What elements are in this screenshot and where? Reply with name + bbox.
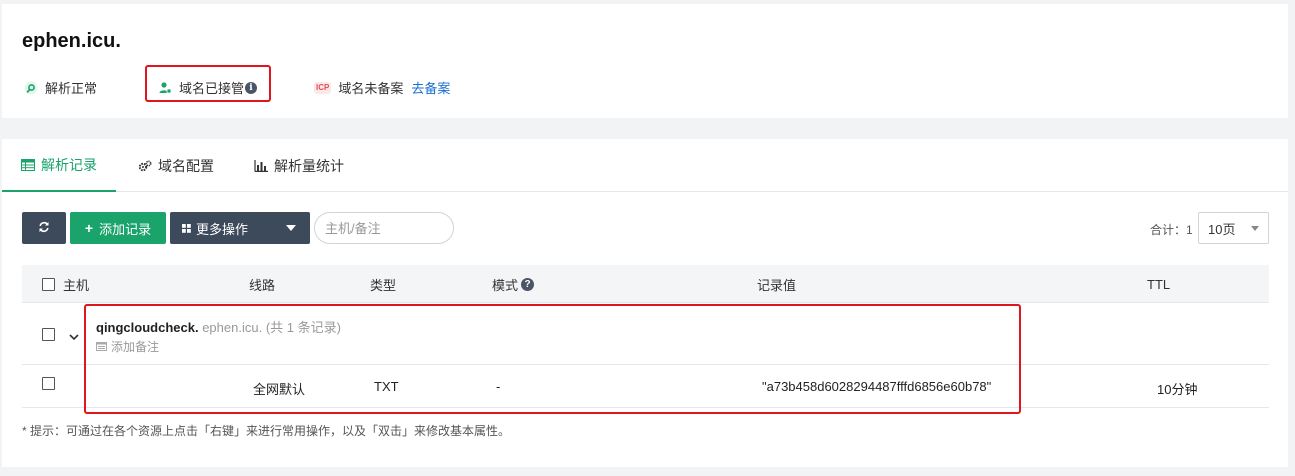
total-count: 合计：1 [1150,223,1193,237]
page-size-value: 10页 [1208,221,1236,237]
more-actions-label: 更多操作 [196,221,249,237]
col-line: 线路 [249,277,276,293]
status-dns-normal: 解析正常 [24,78,97,97]
dns-search-icon [24,81,38,95]
tab-domain-config-label: 域名配置 [158,157,214,174]
col-host: 主机 [63,277,90,293]
status-dns-normal-label: 解析正常 [45,81,98,96]
col-mode: 模式 [492,277,519,293]
row-checkbox[interactable] [42,377,55,390]
chevron-down-icon [286,225,296,231]
page-size-select[interactable]: 10页 [1198,212,1269,244]
table-header: 主机 线路 类型 模式 ? 记录值 TTL [22,265,1269,303]
col-value: 记录值 [757,277,797,293]
select-all-checkbox[interactable] [42,277,55,291]
add-record-button[interactable]: + 添加记录 [70,212,166,244]
tab-query-stats-label: 解析量统计 [274,157,344,174]
refresh-button[interactable] [22,212,66,244]
domain-title: ephen.icu. [22,30,121,52]
more-actions-dropdown[interactable]: 更多操作 [170,212,310,244]
select-all-checkbox-wrap: 主机 [42,265,89,303]
tab-query-stats[interactable]: 解析量统计 [254,139,344,192]
plus-icon: + [84,220,94,236]
icp-icon: ICP [314,81,332,94]
bar-chart-icon [254,159,268,172]
tab-dns-records[interactable]: 解析记录 [2,139,116,192]
grid-icon [182,223,191,233]
refresh-icon [38,221,50,236]
chevron-down-icon [1251,226,1259,231]
row-ttl: 10分钟 [1157,382,1198,397]
icp-filing-link[interactable]: 去备案 [411,78,450,97]
col-ttl: TTL [1147,276,1171,292]
highlight-box-record [84,304,1021,414]
usage-tip: * 提示：可通过在各个资源上点击「右键」来进行常用操作，以及「双击」来修改基本属… [22,424,511,438]
tab-dns-records-label: 解析记录 [41,156,97,173]
help-icon[interactable]: ? [521,277,535,291]
tab-bar: 解析记录 域名配置 解析量统计 [2,139,1288,192]
cogs-icon [138,159,152,172]
records-card: 解析记录 域名配置 解析量统计 + 添加记录 更多操作 合计：1 [2,139,1288,467]
add-record-label: 添加记录 [99,221,152,237]
status-icp: ICP 域名未备案 去备案 [314,78,450,97]
highlight-box-managed [145,65,271,102]
tab-domain-config[interactable]: 域名配置 [138,139,214,192]
col-mode-wrap: 模式 ? [492,265,535,303]
group-checkbox[interactable] [42,328,55,341]
status-icp-label: 域名未备案 [338,81,404,96]
table-icon [21,158,35,171]
chevron-down-icon[interactable] [69,329,79,344]
search-input[interactable] [314,212,454,244]
col-type: 类型 [370,277,397,293]
